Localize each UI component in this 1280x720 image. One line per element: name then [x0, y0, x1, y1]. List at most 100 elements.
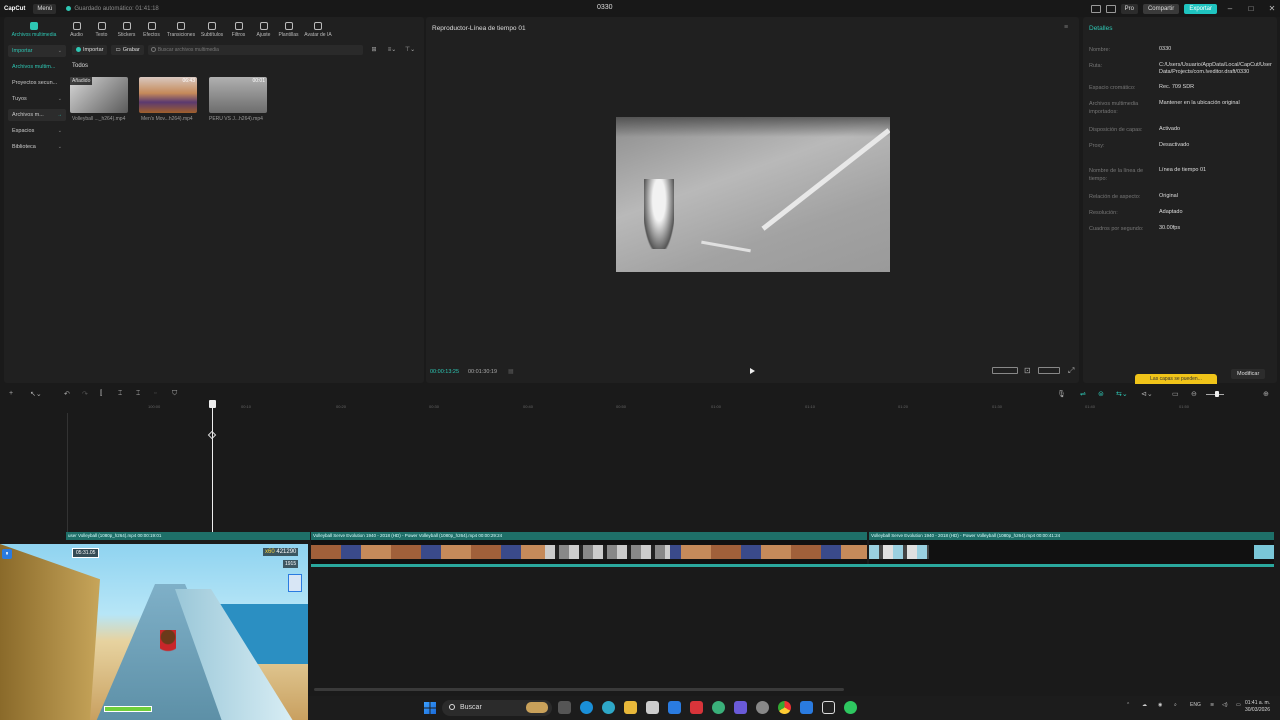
filter-icon[interactable]: ⊤⌄	[403, 46, 417, 53]
keyframe-icon[interactable]	[207, 430, 217, 440]
layers-tooltip[interactable]: Las capas se pueden...	[1135, 374, 1217, 384]
tool-transitions[interactable]: Transiciones	[164, 17, 198, 41]
marker-icon[interactable]: ⛉	[172, 390, 177, 398]
nav-secondary-projects[interactable]: Proyectos secun...	[8, 77, 66, 89]
delete-icon[interactable]: ▫	[154, 390, 156, 397]
edge-icon[interactable]	[580, 701, 593, 714]
file-explorer-icon[interactable]	[624, 701, 637, 714]
select-tool-icon[interactable]: ↖⌄	[30, 390, 42, 398]
share-button[interactable]: Compartir	[1142, 3, 1180, 14]
tool-stickers[interactable]: Stickers	[114, 17, 139, 41]
fullscreen-icon[interactable]: ⤢	[1068, 366, 1074, 376]
tool-audio[interactable]: Audio	[64, 17, 89, 41]
tray-mic-icon[interactable]: ⌕	[1174, 702, 1177, 708]
maximize-icon[interactable]: □	[1243, 4, 1259, 13]
nav-media-files-2[interactable]: Archivos m... →	[8, 109, 66, 121]
preview-axis-icon[interactable]: ⇆⌄	[1116, 390, 1128, 398]
screen-icon[interactable]	[1105, 4, 1116, 13]
tray-chevron-icon[interactable]: ⌃	[1126, 702, 1130, 708]
volume-icon[interactable]: ◁)	[1222, 702, 1228, 708]
monitor-icon[interactable]: ▭	[1172, 390, 1179, 398]
media-thumb-2[interactable]: 06:43	[139, 77, 197, 113]
wifi-icon[interactable]: ≋	[1210, 702, 1214, 708]
audio-waveform[interactable]	[311, 564, 1274, 567]
capcut-taskbar-icon[interactable]	[822, 701, 835, 714]
app-icon-2[interactable]	[756, 701, 769, 714]
play-icon[interactable]	[750, 368, 755, 374]
fit-icon[interactable]: ⊲⌄	[1141, 390, 1153, 398]
video-preview[interactable]	[616, 117, 890, 272]
playhead[interactable]	[212, 400, 213, 540]
store-icon[interactable]	[646, 701, 659, 714]
mail-icon[interactable]	[668, 701, 681, 714]
timecode-icon[interactable]: ▦	[508, 368, 514, 375]
tool-subtitles[interactable]: Subtítulos	[198, 17, 226, 41]
windows-start-icon[interactable]	[424, 702, 436, 714]
media-search-input[interactable]: Buscar archivos multimedia	[147, 44, 363, 55]
zoom-out-icon[interactable]: ⊖	[1191, 390, 1197, 398]
grid-view-icon[interactable]: ⊞	[367, 46, 381, 53]
split-icon[interactable]: ⫿	[100, 390, 102, 398]
split-left-icon[interactable]: ⌶	[118, 390, 122, 398]
pro-button[interactable]: Pro	[1120, 3, 1138, 14]
nav-spaces[interactable]: Espacios ⌄	[8, 125, 66, 137]
screenshot-icon[interactable]: ⊡	[1024, 366, 1031, 375]
add-track-icon[interactable]: +	[9, 390, 13, 397]
export-button[interactable]: Exportar	[1184, 3, 1217, 14]
import-button[interactable]: Importar	[72, 44, 108, 55]
playhead-handle[interactable]	[209, 400, 216, 408]
layout-icon[interactable]	[1090, 4, 1101, 13]
taskbar-clock[interactable]: 01:41 a. m. 30/03/2026	[1245, 700, 1270, 714]
redo-icon[interactable]: ↷	[82, 390, 88, 398]
tool-media[interactable]: Archivos multimedia	[4, 17, 64, 41]
discord-icon[interactable]	[734, 701, 747, 714]
sort-icon[interactable]: ≡⌄	[385, 46, 399, 53]
tool-templates[interactable]: Plantillas	[276, 17, 301, 41]
snap-icon[interactable]: ⊜	[1098, 390, 1104, 398]
tray-app-icon[interactable]: ☁	[1142, 702, 1147, 708]
tool-adjust[interactable]: Ajuste	[251, 17, 276, 41]
app-icon[interactable]	[712, 701, 725, 714]
minimize-icon[interactable]: –	[1222, 4, 1238, 13]
close-icon[interactable]: ✕	[1264, 4, 1280, 13]
nav-library[interactable]: Biblioteca ⌄	[8, 141, 66, 153]
clip-header-3[interactable]: Volleyball Serve Evolution 1940 - 2018 (…	[869, 532, 1274, 540]
timeline-ruler[interactable]: 100:00 00:10 00:20 00:30 00:40 00:50 01:00 01:1…	[68, 402, 1280, 412]
clip-body-3[interactable]	[869, 540, 1274, 564]
chrome-icon[interactable]	[778, 701, 791, 714]
undo-icon[interactable]: ↶	[64, 390, 70, 398]
whatsapp-icon[interactable]	[844, 701, 857, 714]
tool-text[interactable]: Texto	[89, 17, 114, 41]
tool-filters[interactable]: Filtros	[226, 17, 251, 41]
media-thumb-1[interactable]: Añadido	[70, 77, 128, 113]
weather-widget-icon[interactable]	[526, 702, 548, 713]
copilot-icon[interactable]	[602, 701, 615, 714]
clip-body-2[interactable]	[311, 540, 867, 564]
zoom-slider-handle[interactable]	[1215, 391, 1219, 397]
tool-effects[interactable]: Efectos	[139, 17, 164, 41]
nav-yours[interactable]: Tuyos ⌄	[8, 93, 66, 105]
clip-header-2[interactable]: Volleyball Serve Evolution 1940 - 2018 (…	[311, 532, 867, 540]
nav-media-files[interactable]: Archivos multim...	[8, 61, 66, 73]
battery-icon[interactable]: ▭	[1236, 702, 1241, 708]
clip-header-1[interactable]: user Volleyball (1080p_h264).mp4 00:00:1…	[66, 532, 310, 540]
quality-button[interactable]	[1038, 367, 1060, 374]
task-view-icon[interactable]	[558, 701, 571, 714]
wps-icon[interactable]	[690, 701, 703, 714]
modify-button[interactable]: Modificar	[1231, 369, 1266, 379]
menu-button[interactable]: Menú	[33, 3, 57, 14]
pause-icon[interactable]: ⏸	[2, 549, 12, 559]
record-button[interactable]: ▭ Grabar	[111, 44, 144, 55]
nav-import[interactable]: Importar ⌄	[8, 45, 66, 57]
timeline-scrollbar[interactable]	[314, 688, 844, 691]
zoom-in-icon[interactable]: ⊕	[1263, 390, 1269, 398]
split-right-icon[interactable]: ⌶	[136, 390, 140, 398]
tray-app-icon-2[interactable]: ◉	[1158, 702, 1162, 708]
player-menu-icon[interactable]: ≡	[1064, 24, 1068, 31]
ratio-button[interactable]	[992, 367, 1018, 374]
link-icon[interactable]: ⇌	[1080, 390, 1086, 398]
notes-icon[interactable]	[800, 701, 813, 714]
microphone-icon[interactable]: 🎙	[1057, 390, 1066, 398]
lang-indicator[interactable]: ENG	[1190, 702, 1201, 708]
tool-ai-avatar[interactable]: Avatar de IA	[301, 17, 335, 41]
